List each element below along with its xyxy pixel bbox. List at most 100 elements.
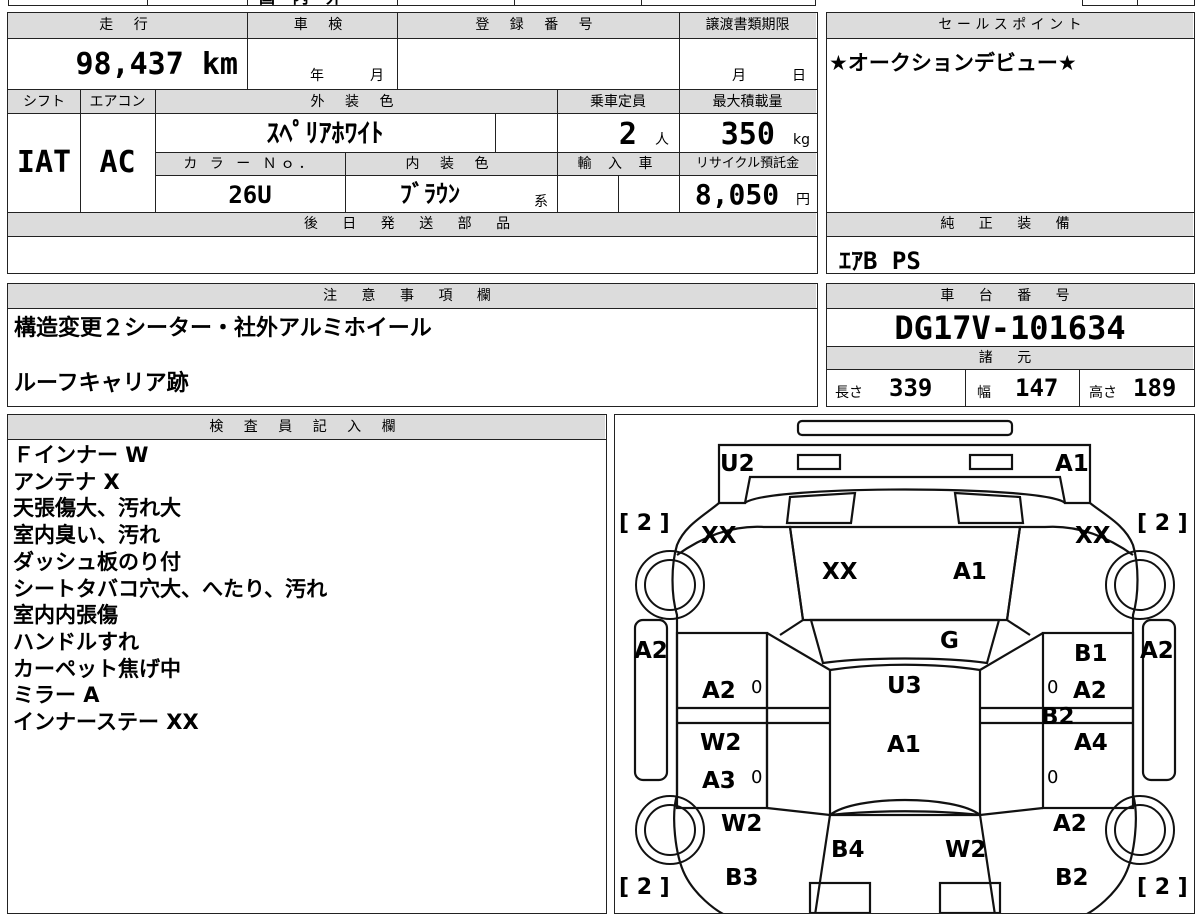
tire-rear-right — [1105, 795, 1175, 865]
inspector-line: ハンドルすれ — [13, 629, 139, 654]
top-strip-text: 国 内 外 — [259, 0, 348, 8]
vehicle-info-block: 走 行 車 検 登 録 番 号 譲渡書類期限 98,437 km 年 月 月 日… — [7, 12, 818, 274]
damage-label: A2 — [1053, 811, 1087, 837]
mileage-unit: km — [201, 47, 238, 82]
inspector-line: インナーステー XX — [13, 710, 199, 735]
sales-point-block: セ ー ル ス ポ イ ン ト ★オークションデビュー★ 純 正 装 備 ｴｱB… — [826, 12, 1195, 275]
inspector-line: ダッシュ板のり付 — [13, 549, 181, 574]
mileage-value: 98,437 km — [8, 40, 244, 88]
damage-label: U3 — [887, 673, 922, 699]
interior-color-suffix: 系 — [534, 194, 548, 210]
shift-value: IAT — [16, 145, 72, 180]
recycle-value: 8,050 円 — [679, 175, 816, 212]
damage-label: B2 — [1041, 704, 1075, 730]
recycle-label: リサイクル預託金 — [679, 153, 816, 175]
notes-line-2: ルーフキャリア跡 — [14, 371, 189, 396]
genuine-equipment-text: ｴｱB PS — [839, 247, 921, 275]
inspection-label: 車 検 — [247, 13, 397, 38]
capacity-value: 2 人 — [557, 114, 677, 152]
registration-label: 登 録 番 号 — [397, 13, 679, 38]
damage-label: B2 — [1055, 865, 1089, 891]
mileage-label: 走 行 — [8, 13, 247, 38]
tire-mark-front-left: [ 2 ] — [619, 511, 670, 536]
damage-label: A2 — [702, 678, 736, 704]
tire-front-right — [1105, 550, 1175, 620]
chassis-number: DG17V-101634 — [894, 309, 1126, 347]
inspector-notes: Ｆインナー W アンテナ X 天張傷大、汚れ大 室内臭い、汚れ ダッシュ板のり付… — [13, 442, 327, 736]
transfer-day: 日 — [792, 68, 806, 84]
inspector-line: 室内内張傷 — [13, 603, 118, 628]
mileage-number: 98,437 — [75, 47, 184, 82]
inspector-line: ミラー A — [13, 683, 100, 708]
damage-label: A2 — [634, 638, 668, 664]
interior-color-label: 内 装 色 — [345, 153, 557, 175]
damage-label: W2 — [945, 837, 987, 863]
inspector-line: Ｆインナー W — [13, 443, 149, 467]
capacity-unit: 人 — [655, 132, 669, 148]
damage-label: A1 — [953, 559, 987, 585]
chassis-label: 車 台 番 号 — [827, 284, 1193, 308]
import-label: 輸 入 車 — [557, 153, 679, 175]
height-label: 高さ — [1089, 385, 1117, 401]
damage-label: B4 — [831, 837, 865, 863]
damage-label: A1 — [1055, 451, 1089, 477]
damage-label: B3 — [725, 865, 759, 891]
sales-point-text: ★オークションデビュー★ — [829, 51, 1077, 75]
damage-label: A3 — [702, 768, 736, 794]
tire-mark-rear-right: [ 2 ] — [1137, 875, 1188, 900]
inspector-label: 検 査 員 記 入 欄 — [8, 415, 605, 439]
max-load-number: 350 — [720, 117, 775, 152]
ac-value: AC — [99, 145, 136, 180]
chassis-block: 車 台 番 号 DG17V-101634 諸 元 長さ 339 幅 147 高さ… — [826, 283, 1195, 407]
max-load-value: 350 kg — [679, 114, 816, 152]
damage-label: XX — [701, 523, 737, 549]
tire-rear-left — [635, 795, 705, 865]
damage-label: B1 — [1074, 641, 1108, 667]
length-value: 339 — [889, 374, 933, 402]
tire-front-left — [635, 550, 705, 620]
inspector-line: カーペット焦げ中 — [13, 656, 181, 681]
capacity-number: 2 — [618, 117, 637, 152]
inspector-line: シートタバコ穴大、へたり、汚れ — [13, 576, 328, 601]
damage-label: W2 — [721, 811, 763, 837]
inspector-line: 天張傷大、汚れ大 — [13, 496, 181, 521]
top-strip: 国 内 外 — [8, 0, 816, 8]
zero-mark: 0 — [1047, 677, 1059, 698]
zero-mark: 0 — [751, 767, 763, 788]
damage-label: A1 — [887, 732, 921, 758]
inspection-year: 年 — [310, 68, 324, 84]
max-load-label: 最大積載量 — [679, 90, 816, 114]
width-label: 幅 — [977, 385, 991, 401]
ac-label: エアコン — [80, 90, 155, 114]
damage-label: W2 — [700, 730, 742, 756]
color-no-label: カ ラ ー Ｎｏ． — [155, 153, 345, 175]
damage-label: XX — [1075, 523, 1111, 549]
tire-mark-front-right: [ 2 ] — [1137, 511, 1188, 536]
shift-label: シフト — [8, 90, 80, 114]
damage-label: A4 — [1074, 730, 1108, 756]
capacity-label: 乗車定員 — [557, 90, 679, 114]
top-strip-right — [1082, 0, 1195, 6]
height-value: 189 — [1133, 374, 1177, 402]
width-value: 147 — [1015, 374, 1059, 402]
notes-label: 注 意 事 項 欄 — [8, 284, 816, 308]
recycle-unit: 円 — [796, 192, 810, 208]
notes-line-1: 構造変更２シーター・社外アルミホイール — [14, 316, 432, 341]
damage-label: G — [940, 628, 959, 654]
interior-color-value: ﾌﾞﾗｳﾝ — [400, 180, 460, 208]
specs-label: 諸 元 — [827, 347, 1193, 369]
exterior-color-label: 外 装 色 — [155, 90, 557, 114]
color-no-value: 26U — [228, 181, 272, 209]
tire-mark-rear-left: [ 2 ] — [619, 875, 670, 900]
inspector-block: 検 査 員 記 入 欄 Ｆインナー W アンテナ X 天張傷大、汚れ大 室内臭い… — [7, 414, 607, 914]
max-load-unit: kg — [793, 132, 810, 148]
length-label: 長さ — [835, 385, 863, 401]
exterior-color-value: ｽﾍﾟﾘｱﾎﾜｲﾄ — [266, 119, 384, 149]
notes-block: 注 意 事 項 欄 構造変更２シーター・社外アルミホイール ルーフキャリア跡 — [7, 283, 818, 407]
damage-label: A2 — [1140, 638, 1174, 664]
zero-mark: 0 — [751, 677, 763, 698]
transfer-month: 月 — [732, 68, 746, 84]
zero-mark: 0 — [1047, 767, 1059, 788]
later-parts-label: 後 日 発 送 部 品 — [8, 213, 816, 236]
inspection-month: 月 — [370, 68, 384, 84]
